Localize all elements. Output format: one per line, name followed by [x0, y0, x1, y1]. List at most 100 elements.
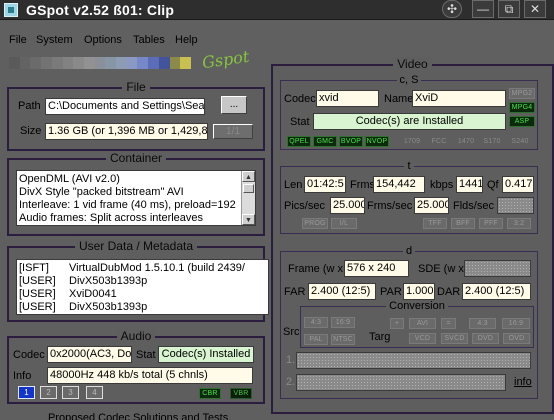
par-label: PAR — [380, 286, 402, 298]
help-icon[interactable]: ✣ — [442, 0, 462, 18]
targ-label: Targ — [369, 331, 391, 343]
prog-indicator: PROG — [302, 218, 328, 229]
audio-group-title: Audio — [116, 329, 156, 343]
far-field: 2.400 (12:5) — [308, 283, 376, 300]
audio-stream-4-button[interactable]: 4 — [86, 386, 103, 399]
fcc-indicator: FCC — [431, 138, 447, 145]
metadata-row: [USER] XviD0041 — [17, 288, 268, 301]
color-swatch — [41, 57, 52, 69]
maximize-button[interactable]: ⧉ — [498, 0, 520, 18]
video-codec-label: Codec — [284, 93, 316, 105]
src-4-3-button[interactable]: 4:3 — [304, 317, 328, 328]
metadata-tag: [ISFT] — [19, 262, 49, 274]
s240-indicator: S240 — [511, 138, 529, 145]
size-field: 1.36 GB (or 1,396 MB or 1,429,85 — [45, 123, 208, 140]
menu-system[interactable]: System — [36, 34, 73, 46]
close-button[interactable]: ✕ — [524, 0, 546, 18]
menu-tables[interactable]: Tables — [133, 34, 165, 46]
audio-codec-label: Codec — [13, 349, 45, 361]
targ-svcd-button[interactable]: SVCD — [441, 333, 468, 344]
container-line: Interleave: 1 vid frame (40 ms), preload… — [19, 199, 236, 211]
interlaced-indicator: I/L — [331, 218, 357, 229]
s170-indicator: S170 — [483, 138, 501, 145]
dar-label: DAR — [437, 286, 461, 298]
metadata-tag: [USER] — [19, 301, 56, 313]
nvop-indicator: NVOP — [365, 136, 389, 147]
len-label: Len — [284, 179, 303, 191]
frms-per-sec-field: 25.000 — [414, 197, 449, 214]
video-codec-field: xvid — [316, 90, 379, 107]
info-link[interactable]: info — [514, 376, 532, 388]
video-name-label: Name — [384, 93, 414, 105]
audio-stat-label: Stat — [136, 349, 156, 361]
conversion-row-2-label: 2. — [286, 376, 296, 388]
color-swatch — [62, 57, 74, 69]
tff-indicator: TFF — [423, 218, 447, 229]
file-part-button[interactable]: 1/1 — [213, 124, 253, 139]
color-swatch — [73, 57, 84, 69]
asp-indicator: ASP — [509, 116, 535, 127]
container-info-list[interactable]: OpenDML (AVI v2.0) DivX Style "packed bi… — [16, 170, 256, 226]
window-title: GSpot v2.52 ß01: Clip — [26, 2, 175, 18]
par-field: 1.000 — [403, 283, 435, 300]
container-scrollbar[interactable]: ▲ ▼ — [241, 171, 255, 225]
app-icon — [4, 3, 18, 17]
browse-button[interactable]: ... — [221, 96, 247, 114]
audio-stream-2-button[interactable]: 2 — [40, 386, 57, 399]
menu-options[interactable]: Options — [84, 34, 122, 46]
scroll-thumb[interactable] — [243, 184, 254, 193]
targ-plus-button[interactable]: + — [390, 318, 404, 329]
proposed-codec-heading: Proposed Codec Solutions and Tests — [48, 412, 229, 420]
metadata-row: [ISFT] VirtualDubMod 1.5.10.1 (build 2439… — [17, 262, 268, 275]
pulldown-indicator: 3:2 — [507, 218, 531, 229]
scroll-down-icon[interactable]: ▼ — [242, 214, 255, 225]
audio-stream-1-button[interactable]: 1 — [18, 386, 35, 399]
targ-ovd-button[interactable]: OVD — [503, 333, 530, 344]
container-line: OpenDML (AVI v2.0) — [19, 173, 120, 185]
1470-indicator: 1470 — [457, 138, 475, 145]
metadata-value: VirtualDubMod 1.5.10.1 (build 2439/ — [69, 262, 245, 274]
metadata-row: [USER] DivX503b1393p — [17, 275, 268, 288]
targ-equals-button[interactable]: = — [441, 318, 456, 329]
menu-file[interactable]: File — [9, 34, 27, 46]
1709-indicator: 1709 — [403, 138, 421, 145]
frame-size-field: 576 x 240 — [344, 260, 409, 277]
src-pal-button[interactable]: PAL — [304, 334, 328, 345]
bff-indicator: BFF — [451, 218, 475, 229]
src-label: Src — [283, 326, 300, 338]
frame-size-label: Frame (w x — [288, 263, 343, 275]
far-label: FAR — [284, 286, 306, 298]
targ-avi-button[interactable]: AVI — [409, 318, 436, 329]
kbps-field: 1441 — [456, 176, 483, 193]
title-bar: GSpot v2.52 ß01: Clip ✣ — ⧉ ✕ — [0, 0, 554, 20]
targ-16-9-button[interactable]: 16:9 — [502, 318, 530, 329]
timing-subgroup-title: t — [404, 160, 414, 172]
audio-info-field: 48000Hz 448 kb/s total (5 chnls) — [47, 367, 253, 384]
path-field[interactable]: C:\Documents and Settings\Sea — [45, 98, 205, 115]
flds-per-sec-label: Flds/sec — [453, 200, 494, 212]
targ-dvd-button[interactable]: DVD — [472, 333, 499, 344]
color-swatch — [180, 57, 191, 69]
color-swatch — [169, 57, 181, 69]
pics-per-sec-label: Pics/sec — [284, 200, 325, 212]
sde-field — [464, 260, 531, 277]
dar-field: 2.400 (12:5) — [462, 283, 531, 300]
frms-label: Frms — [350, 179, 376, 191]
targ-4-3-button[interactable]: 4:3 — [469, 318, 496, 329]
src-ntsc-button[interactable]: NTSC — [331, 334, 355, 345]
scroll-up-icon[interactable]: ▲ — [242, 171, 255, 182]
video-stat-field: Codec(s) are Installed — [313, 113, 506, 130]
minimize-button[interactable]: — — [472, 0, 494, 18]
codec-subgroup-title: c, S — [396, 74, 422, 86]
metadata-tag: [USER] — [19, 288, 56, 300]
qpel-indicator: QPEL — [287, 136, 311, 147]
qf-label: Qf — [487, 179, 499, 191]
menu-help[interactable]: Help — [175, 34, 198, 46]
color-swatch — [148, 57, 159, 69]
metadata-group-title: User Data / Metadata — [74, 239, 198, 253]
src-16-9-button[interactable]: 16:9 — [331, 317, 355, 328]
color-gradient-bar — [9, 57, 191, 69]
audio-stream-3-button[interactable]: 3 — [62, 386, 79, 399]
metadata-list[interactable]: [ISFT] VirtualDubMod 1.5.10.1 (build 2439… — [16, 259, 269, 315]
targ-vcd-button[interactable]: VCD — [409, 333, 436, 344]
